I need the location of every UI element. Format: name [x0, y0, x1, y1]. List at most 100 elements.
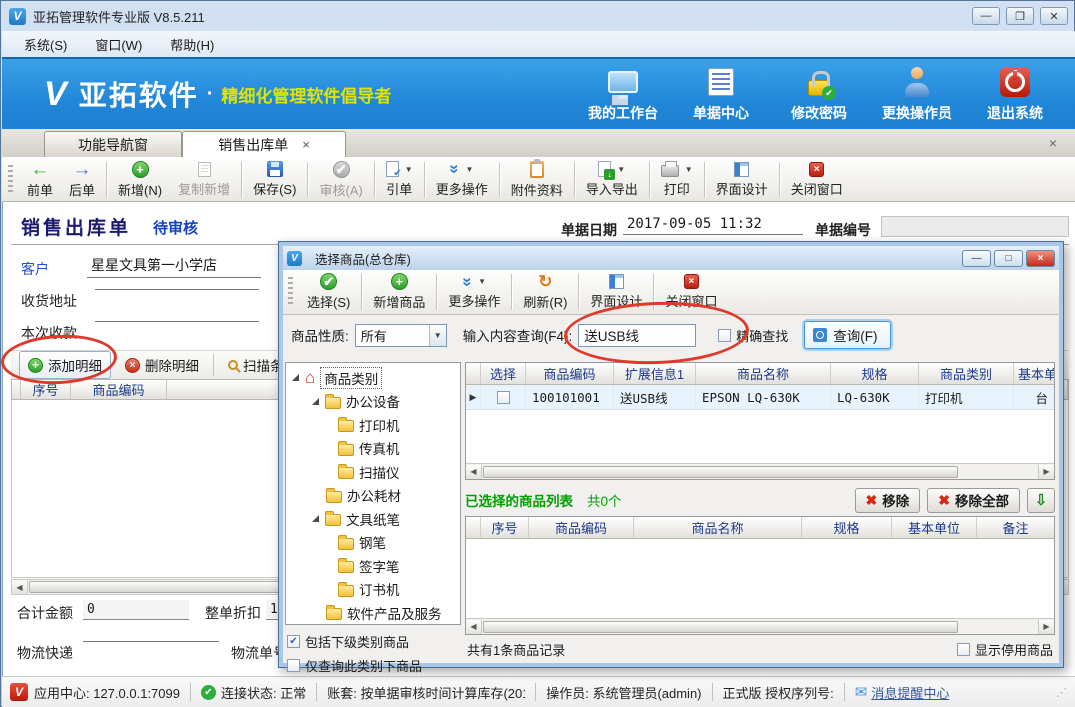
- dialog-minimize-button[interactable]: —: [962, 250, 991, 267]
- minimize-button[interactable]: —: [972, 7, 1000, 25]
- column-header[interactable]: 基本单位: [892, 517, 977, 538]
- date-field[interactable]: 2017-09-05 11:32: [623, 216, 803, 235]
- customer-field[interactable]: 星星文具第一小学店: [87, 255, 261, 278]
- maximize-button[interactable]: ❐: [1006, 7, 1034, 25]
- payment-field[interactable]: [95, 319, 259, 322]
- only-this-checkbox[interactable]: [287, 659, 300, 672]
- show-disabled-checkbox[interactable]: [957, 643, 970, 656]
- scroll-left-icon[interactable]: ◀: [12, 580, 28, 594]
- delete-detail-button[interactable]: × 删除明细: [117, 352, 207, 378]
- logistics-field[interactable]: [83, 639, 219, 642]
- row-select-checkbox[interactable]: [497, 391, 510, 404]
- selected-grid-hscrollbar[interactable]: ◀ ▶: [466, 618, 1054, 634]
- tree-item[interactable]: 钢笔: [286, 531, 460, 555]
- close-window-button[interactable]: ×关闭窗口: [783, 160, 851, 200]
- tree-item[interactable]: 办公耗材: [286, 484, 460, 508]
- change-password-button[interactable]: 修改密码: [775, 65, 863, 123]
- exact-search-checkbox[interactable]: [718, 329, 731, 342]
- scroll-left-icon[interactable]: ◀: [466, 620, 482, 634]
- dialog-maximize-button[interactable]: □: [994, 250, 1023, 267]
- dialog-close-window-button[interactable]: ×关闭窗口: [657, 272, 725, 312]
- product-nature-select[interactable]: 所有 ▼: [355, 324, 447, 347]
- dialog-ui-design-button[interactable]: 界面设计: [582, 272, 650, 312]
- tab-function-nav[interactable]: 功能导航窗: [44, 131, 182, 157]
- message-center-link[interactable]: 消息提醒中心: [871, 683, 949, 702]
- scroll-thumb[interactable]: [483, 466, 958, 478]
- prev-order-button[interactable]: ←前单: [19, 160, 61, 200]
- tree-item[interactable]: 扫描仪: [286, 460, 460, 484]
- document-center-button[interactable]: 单据中心: [677, 65, 765, 123]
- add-new-button[interactable]: +新增(N): [110, 160, 170, 200]
- query-input[interactable]: 送USB线: [578, 324, 696, 347]
- dropdown-icon[interactable]: ▼: [429, 325, 446, 346]
- attachments-button[interactable]: 附件资料: [503, 160, 571, 200]
- import-export-button[interactable]: ▼导入导出: [578, 160, 646, 200]
- tabbar-close-icon[interactable]: ×: [1049, 135, 1057, 151]
- copy-new-button[interactable]: 复制新增: [170, 160, 238, 200]
- column-header[interactable]: 扩展信息1: [614, 363, 696, 384]
- save-button[interactable]: 保存(S): [245, 160, 304, 200]
- tree-item[interactable]: 文具纸笔: [286, 507, 460, 531]
- results-grid-hscrollbar[interactable]: ◀ ▶: [466, 463, 1054, 479]
- column-header[interactable]: 备注: [977, 517, 1054, 538]
- select-button[interactable]: ✔选择(S): [299, 272, 358, 312]
- column-header[interactable]: 规格: [802, 517, 892, 538]
- column-header[interactable]: 商品编码: [526, 363, 614, 384]
- audit-button[interactable]: ✔审核(A): [311, 160, 370, 200]
- tree-item[interactable]: 订书机: [286, 578, 460, 602]
- remove-all-button[interactable]: ✖移除全部: [927, 488, 1020, 513]
- column-header[interactable]: 选择: [481, 363, 526, 384]
- column-header[interactable]: 序号: [21, 380, 71, 399]
- next-order-button[interactable]: →后单: [61, 160, 103, 200]
- menu-window[interactable]: 窗口(W): [83, 32, 154, 57]
- tab-sales-outbound[interactable]: 销售出库单 ×: [182, 131, 346, 157]
- remove-button[interactable]: ✖移除: [855, 488, 921, 513]
- tree-item[interactable]: 签字笔: [286, 554, 460, 578]
- menu-help[interactable]: 帮助(H): [158, 32, 226, 57]
- add-product-button[interactable]: +新增商品: [365, 272, 433, 312]
- menu-system[interactable]: 系统(S): [12, 32, 79, 57]
- scroll-left-icon[interactable]: ◀: [466, 465, 482, 479]
- scroll-right-icon[interactable]: ▶: [1038, 620, 1054, 634]
- query-button[interactable]: 查询(F): [804, 321, 890, 349]
- tab-close-icon[interactable]: ×: [302, 137, 310, 152]
- product-row[interactable]: ▶ 100101001 送USB线 EPSON LQ-630K LQ-630K …: [466, 385, 1054, 410]
- column-header[interactable]: 商品名称: [696, 363, 831, 384]
- app-logo-icon: V: [10, 683, 28, 701]
- brand-separator: ·: [207, 83, 214, 106]
- dialog-close-button[interactable]: ×: [1026, 250, 1055, 267]
- tree-item[interactable]: 打印机: [286, 413, 460, 437]
- download-button[interactable]: ⇩: [1027, 488, 1055, 513]
- column-header[interactable]: 商品编码: [529, 517, 634, 538]
- column-header[interactable]: 商品编码: [71, 380, 167, 399]
- dialog-more-actions-button[interactable]: »▼更多操作: [440, 272, 508, 312]
- bill-no-field[interactable]: [881, 216, 1069, 237]
- tree-item[interactable]: 办公设备: [286, 390, 460, 414]
- pull-order-button[interactable]: ▼引单: [378, 160, 421, 200]
- column-header[interactable]: 商品类别: [919, 363, 1014, 384]
- resize-grip[interactable]: ⋰: [1056, 686, 1067, 699]
- expander-icon[interactable]: [312, 515, 319, 522]
- workbench-button[interactable]: 我的工作台: [579, 65, 667, 123]
- tree-item[interactable]: 传真机: [286, 437, 460, 461]
- scroll-thumb[interactable]: [483, 621, 958, 633]
- column-header[interactable]: 基本单位: [1014, 363, 1054, 384]
- more-actions-button[interactable]: »▼更多操作: [428, 160, 496, 200]
- close-button[interactable]: ✕: [1040, 7, 1068, 25]
- print-button[interactable]: ▼打印: [653, 160, 701, 200]
- ui-design-button[interactable]: 界面设计: [708, 160, 776, 200]
- tree-item-root[interactable]: ⌂商品类别: [286, 366, 460, 390]
- expander-icon[interactable]: [312, 398, 319, 405]
- refresh-button[interactable]: ↻刷新(R): [515, 272, 575, 312]
- add-detail-button[interactable]: + 添加明细: [19, 351, 111, 379]
- expander-icon[interactable]: [292, 374, 299, 381]
- total-field[interactable]: 0: [83, 600, 189, 620]
- column-header[interactable]: 商品名称: [634, 517, 802, 538]
- tree-item[interactable]: 软件产品及服务: [286, 601, 460, 625]
- column-header[interactable]: 序号: [481, 517, 529, 538]
- column-header[interactable]: 规格: [831, 363, 919, 384]
- address-field[interactable]: [95, 287, 259, 290]
- switch-operator-button[interactable]: 更换操作员: [873, 65, 961, 123]
- exit-system-button[interactable]: 退出系统: [971, 65, 1059, 123]
- scroll-right-icon[interactable]: ▶: [1038, 465, 1054, 479]
